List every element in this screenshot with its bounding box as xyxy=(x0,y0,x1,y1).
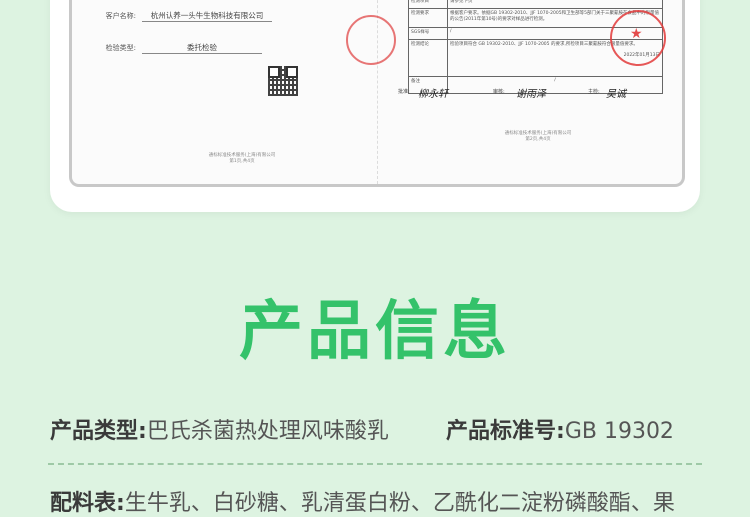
client-value: 杭州认养一头牛生物科技有限公司 xyxy=(142,10,272,22)
right-footer-page: 第2页,共4页 xyxy=(525,137,551,142)
row-value: 请参见下页 xyxy=(447,0,663,9)
right-footer: 通标标准技术服务(上海)有限公司 第2页,共4页 xyxy=(478,130,598,142)
chief-label: 主检: xyxy=(588,89,600,95)
approve-label: 批准: xyxy=(398,89,410,95)
table-row: 检测项目 请参见下页 xyxy=(408,0,663,9)
seal-star-icon: ★ xyxy=(630,26,643,42)
left-footer-page: 第1页,共4页 xyxy=(229,159,255,164)
inspection-type-value: 委托检验 xyxy=(142,42,262,54)
standard-label: 产品标准号: xyxy=(446,419,565,444)
test-report-frame: 客户名称: 杭州认养一头牛生物科技有限公司 检验类型: 委托检验 通标标准技术服务(… xyxy=(69,0,685,187)
ingredients-label: 配料表: xyxy=(50,491,125,516)
product-type-label: 产品类型: xyxy=(50,419,147,444)
section-title: 产品信息 xyxy=(239,295,511,369)
ingredients-value: 生牛乳、白砂糖、乳清蛋白粉、乙酰化二淀粉磷酸酯、果 xyxy=(124,491,675,516)
row-key: 检测项目 xyxy=(408,0,448,9)
test-report-card: 客户名称: 杭州认养一头牛生物科技有限公司 检验类型: 委托检验 通标标准技术服务(… xyxy=(50,0,700,212)
approver-signature: 柳永轩 xyxy=(418,89,448,100)
row-value: / xyxy=(447,76,663,94)
standard-value: GB 19302 xyxy=(564,419,674,444)
row-key: SGS样号 xyxy=(408,27,448,40)
inspection-type-row: 检验类型: 委托检验 xyxy=(78,42,262,54)
chief-signature: 吴诚 xyxy=(606,89,626,100)
reviewer-signature: 谢雨泽 xyxy=(516,89,546,100)
qr-code xyxy=(268,66,298,96)
divider xyxy=(48,463,702,465)
report-page-left: 客户名称: 杭州认养一头牛生物科技有限公司 检验类型: 委托检验 通标标准技术服务(… xyxy=(72,0,396,184)
report-page-right: 检测项目 请参见下页 检测要求 根据客户要求。依据GB 19302-2010、J… xyxy=(378,0,682,184)
client-row: 客户名称: 杭州认养一头牛生物科技有限公司 xyxy=(78,10,272,22)
review-label: 审核: xyxy=(493,89,505,95)
inspection-type-label: 检验类型: xyxy=(105,44,136,52)
row-key: 检测要求 xyxy=(408,8,448,28)
product-type-value: 巴氏杀菌热处理风味酸乳 xyxy=(146,419,389,444)
row-key: 检测结论 xyxy=(408,39,448,77)
ingredients-row: 配料表:生牛乳、白砂糖、乳清蛋白粉、乙酰化二淀粉磷酸酯、果 xyxy=(50,485,675,517)
standard-row: 产品标准号:GB 19302 xyxy=(446,413,674,445)
client-label: 客户名称: xyxy=(105,12,136,20)
product-type-row: 产品类型:巴氏杀菌热处理风味酸乳 xyxy=(50,413,389,445)
left-footer: 通标标准技术服务(上海)有限公司 第1页,共4页 xyxy=(182,152,302,164)
